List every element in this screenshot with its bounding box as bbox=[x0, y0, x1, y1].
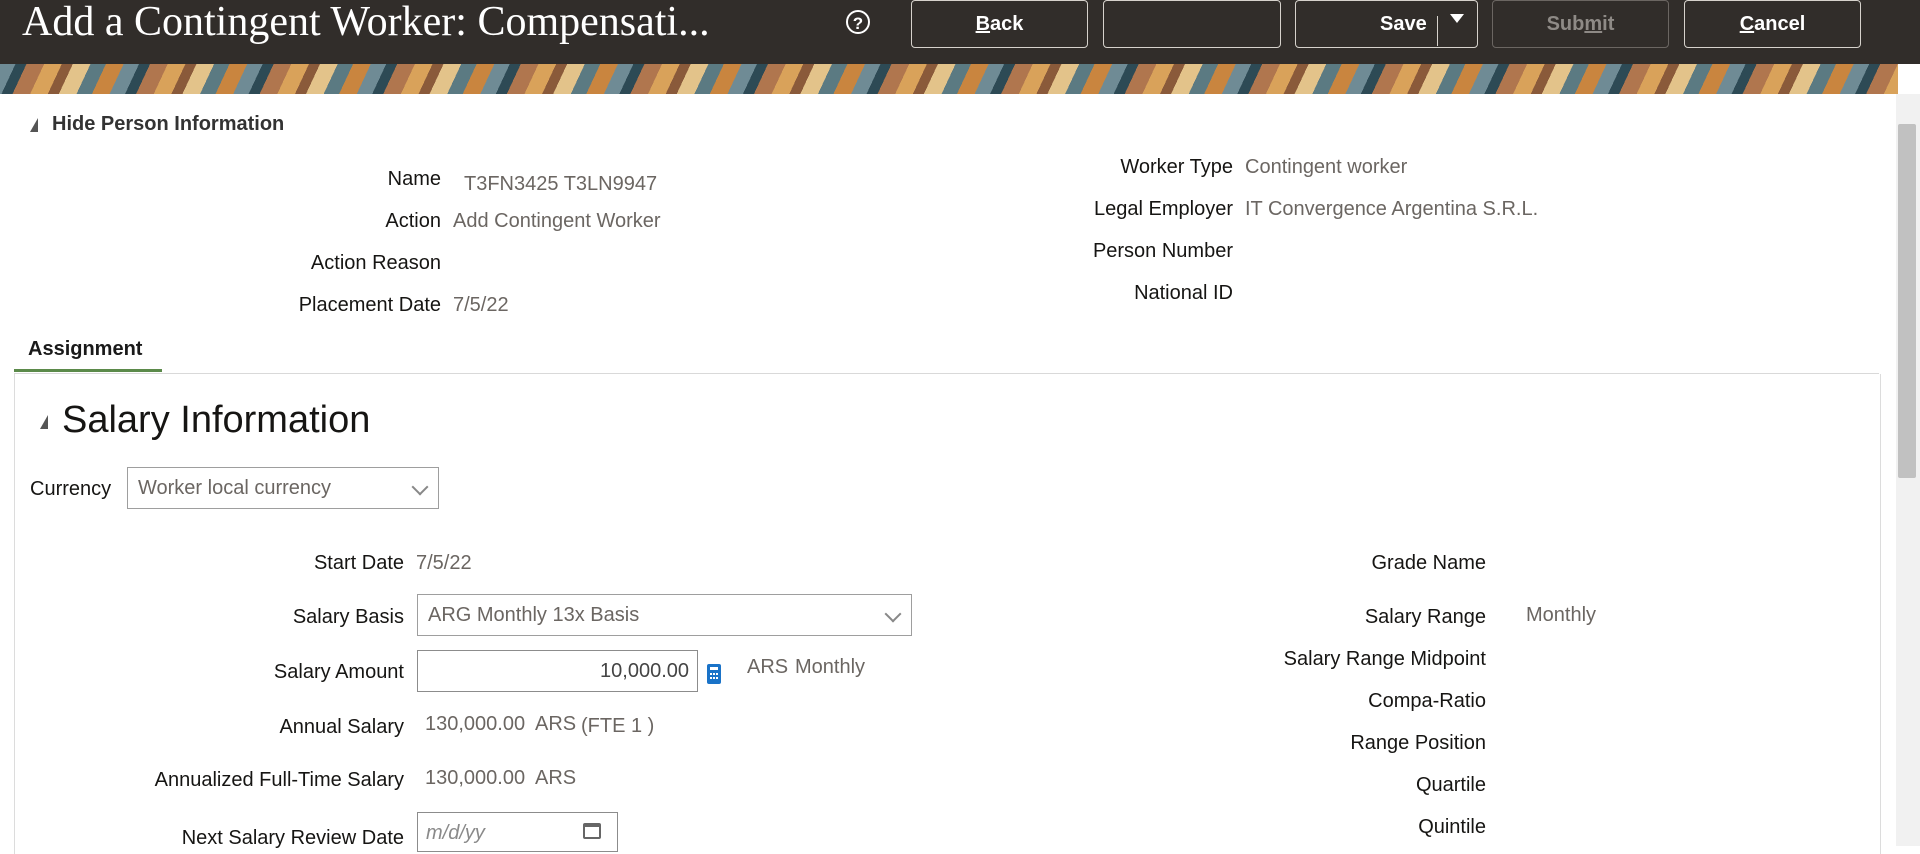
next-salary-review-date-input[interactable]: m/d/yy bbox=[417, 812, 618, 852]
salary-basis-select-value: ARG Monthly 13x Basis bbox=[428, 604, 640, 626]
collapse-triangle-icon bbox=[30, 117, 38, 132]
save-menu-button[interactable] bbox=[1438, 0, 1478, 48]
hide-person-label: Hide Person Information bbox=[52, 113, 285, 135]
chevron-down-icon bbox=[884, 605, 902, 623]
name-label: Name bbox=[387, 168, 441, 190]
salary-amount-input[interactable]: 10,000.00 bbox=[417, 650, 698, 692]
salary-range-label: Salary Range bbox=[1364, 606, 1486, 628]
quartile-label: Quartile bbox=[1415, 774, 1486, 796]
person-number-label: Person Number bbox=[1092, 240, 1233, 262]
currency-select-value: Worker local currency bbox=[138, 477, 332, 499]
action-label: Action bbox=[385, 210, 441, 232]
salary-section-title: Salary Information bbox=[62, 399, 371, 441]
header-decorative-banner bbox=[0, 64, 1898, 94]
next-salary-review-date-label: Next Salary Review Date bbox=[181, 827, 404, 849]
salary-amount-currency: ARS bbox=[747, 656, 789, 678]
salary-range-value: Monthly bbox=[1526, 604, 1597, 626]
national-id-label: National ID bbox=[1134, 282, 1233, 304]
annual-salary-fte: (FTE 1 ) bbox=[581, 715, 655, 737]
salary-basis-select[interactable]: ARG Monthly 13x Basis bbox=[417, 594, 912, 636]
help-icon[interactable]: ? bbox=[846, 10, 870, 34]
legal-employer-value: IT Convergence Argentina S.R.L. bbox=[1245, 198, 1539, 220]
calendar-icon[interactable] bbox=[583, 823, 601, 839]
name-value: T3FN3425 T3LN9947 bbox=[464, 173, 658, 195]
legal-employer-label: Legal Employer bbox=[1094, 198, 1233, 220]
currency-label: Currency bbox=[30, 478, 112, 500]
annualized-full-time-salary-value: 130,000.00 bbox=[425, 767, 526, 789]
collapse-triangle-icon bbox=[40, 414, 48, 429]
worker-type-label: Worker Type bbox=[1120, 156, 1233, 178]
annualized-full-time-salary-label: Annualized Full-Time Salary bbox=[154, 769, 404, 791]
annual-salary-currency: ARS bbox=[535, 713, 577, 735]
salary-basis-label: Salary Basis bbox=[292, 606, 404, 628]
blank-button[interactable] bbox=[1103, 0, 1281, 48]
action-reason-label: Action Reason bbox=[310, 252, 441, 274]
range-position-label: Range Position bbox=[1350, 732, 1486, 754]
salary-range-midpoint-label: Salary Range Midpoint bbox=[1283, 648, 1486, 670]
placement-date-label: Placement Date bbox=[298, 294, 441, 316]
worker-type-value: Contingent worker bbox=[1245, 156, 1408, 178]
chevron-down-icon bbox=[411, 478, 429, 496]
submit-button[interactable]: Submit bbox=[1492, 0, 1669, 48]
salary-amount-frequency: Monthly bbox=[795, 656, 866, 678]
start-date-label: Start Date bbox=[313, 552, 404, 574]
chevron-down-icon bbox=[1450, 14, 1464, 23]
salary-amount-label: Salary Amount bbox=[273, 661, 404, 683]
tab-assignment[interactable]: Assignment bbox=[14, 332, 162, 372]
salary-information-header[interactable]: Salary Information bbox=[40, 398, 370, 442]
hide-person-information-toggle[interactable]: Hide Person Information bbox=[30, 112, 284, 136]
annual-salary-label: Annual Salary bbox=[279, 716, 404, 738]
start-date-value: 7/5/22 bbox=[416, 552, 472, 574]
currency-select[interactable]: Worker local currency bbox=[127, 467, 439, 509]
next-salary-review-date-placeholder: m/d/yy bbox=[426, 822, 485, 844]
back-button[interactable]: Back bbox=[911, 0, 1088, 48]
compa-ratio-label: Compa-Ratio bbox=[1368, 690, 1486, 712]
annual-salary-value: 130,000.00 bbox=[425, 713, 526, 735]
scrollbar-thumb[interactable] bbox=[1898, 124, 1916, 478]
grade-name-label: Grade Name bbox=[1371, 552, 1487, 574]
quintile-label: Quintile bbox=[1418, 816, 1486, 838]
page-title: Add a Contingent Worker: Compensati... bbox=[22, 0, 710, 45]
action-value: Add Contingent Worker bbox=[453, 210, 661, 232]
placement-date-value: 7/5/22 bbox=[453, 294, 509, 316]
cancel-button[interactable]: Cancel bbox=[1684, 0, 1861, 48]
calculator-icon[interactable] bbox=[707, 664, 721, 684]
annualized-full-time-salary-currency: ARS bbox=[535, 767, 577, 789]
back-label-rest: ack bbox=[990, 13, 1024, 35]
